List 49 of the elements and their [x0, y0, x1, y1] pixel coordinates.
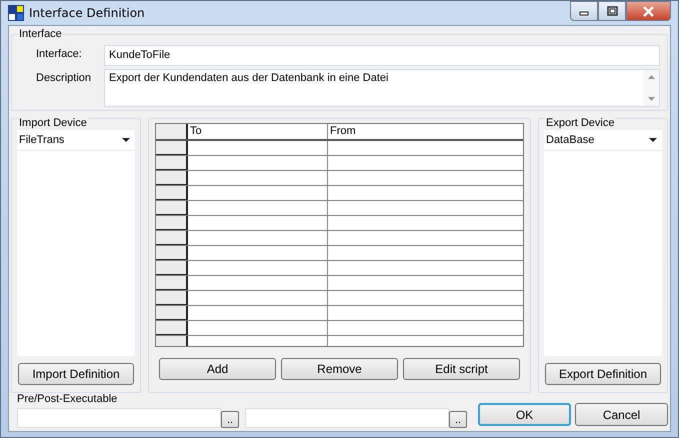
scroll-down-icon	[648, 97, 654, 101]
row-header	[156, 124, 188, 139]
row-header[interactable]	[156, 201, 188, 215]
row-header[interactable]	[156, 216, 188, 230]
scroll-up-icon	[648, 75, 654, 79]
definition-button[interactable]: Export Definition	[545, 363, 661, 385]
row-header[interactable]	[156, 321, 188, 335]
input-field[interactable]	[245, 408, 449, 428]
scrollbar[interactable]	[643, 70, 659, 106]
caret-icon	[122, 138, 130, 142]
window-title: Interface Definition	[29, 6, 145, 20]
caret-icon	[649, 138, 657, 142]
minimize-button[interactable]	[570, 1, 598, 21]
group-label: Import Device	[18, 117, 88, 130]
maximize-button[interactable]	[598, 1, 626, 21]
row-header[interactable]	[156, 141, 188, 155]
input-field[interactable]	[17, 408, 221, 428]
definition-button[interactable]: Import Definition	[18, 363, 134, 385]
close-icon	[643, 6, 654, 16]
browse-button[interactable]: ..	[221, 411, 239, 428]
dialog-button[interactable]: Cancel	[575, 403, 668, 426]
row-header[interactable]	[156, 261, 188, 275]
maximize-icon	[606, 6, 618, 16]
row-header[interactable]	[156, 336, 188, 346]
group-label: Pre/Post-Executable	[17, 393, 118, 406]
dropdown[interactable]: FileTrans	[17, 130, 135, 150]
field-label: Description	[35, 71, 92, 86]
dialog-button[interactable]: OK	[478, 403, 571, 426]
row-header[interactable]	[156, 291, 188, 305]
group-label: Export Device	[545, 117, 616, 130]
row-header[interactable]	[156, 156, 188, 170]
table-button[interactable]: Add	[159, 358, 276, 380]
table-button[interactable]: Remove	[281, 358, 398, 380]
browse-button[interactable]: ..	[449, 411, 467, 428]
mapping-table[interactable]: To From	[155, 123, 524, 347]
row-header[interactable]	[156, 246, 188, 260]
close-button[interactable]	[626, 1, 671, 21]
row-header[interactable]	[156, 276, 188, 290]
app-icon	[8, 5, 24, 21]
field-label: Interface:	[35, 47, 83, 62]
table-button[interactable]: Edit script	[403, 358, 520, 380]
column-header[interactable]: To	[188, 124, 328, 139]
row-header[interactable]	[156, 171, 188, 185]
row-header[interactable]	[156, 306, 188, 320]
dropdown[interactable]: DataBase	[544, 130, 662, 150]
input-field[interactable]: KundeToFile	[104, 45, 660, 66]
row-header[interactable]	[156, 231, 188, 245]
text-area[interactable]: Export der Kundendaten aus der Datenbank in eine Datei	[104, 69, 660, 107]
row-header[interactable]	[156, 186, 188, 200]
